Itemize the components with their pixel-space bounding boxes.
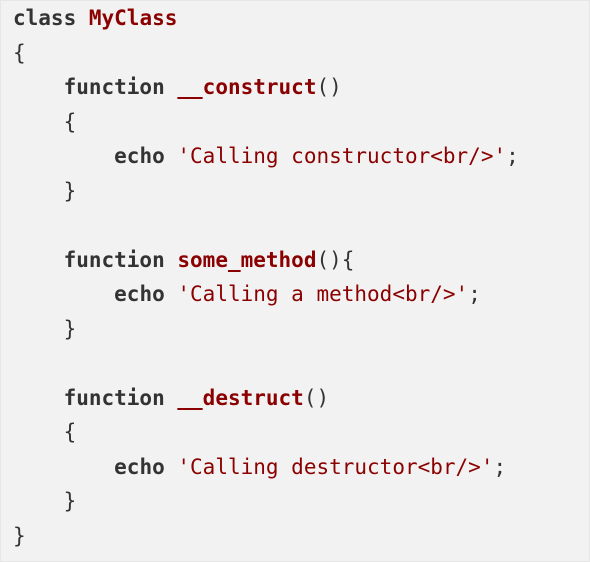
code-punctuation: } (13, 523, 26, 548)
code-identifier: some_method (177, 247, 317, 272)
code-punctuation (165, 75, 178, 99)
code-line: class MyClass (13, 1, 519, 36)
code-line: echo 'Calling a method<br/>'; (13, 277, 519, 312)
code-string: 'Calling destructor<br/>' (177, 454, 494, 479)
code-identifier: MyClass (88, 6, 178, 30)
code-punctuation: ; (493, 454, 507, 479)
code-keyword: echo (114, 144, 165, 168)
code-punctuation (165, 455, 178, 479)
code-punctuation: } (63, 489, 77, 513)
code-string: 'Calling a method<br/>' (177, 282, 469, 306)
code-line: function __destruct() (13, 381, 519, 416)
code-line: { (13, 36, 519, 71)
code-keyword: class (13, 6, 77, 30)
code-line: } (13, 312, 519, 347)
code-line: echo 'Calling destructor<br/>'; (13, 450, 519, 485)
code-punctuation: { (63, 420, 77, 444)
code-line: function __construct() (13, 70, 519, 105)
code-punctuation (165, 248, 178, 272)
code-punctuation: } (63, 178, 77, 203)
code-identifier: __construct (177, 75, 317, 99)
code-line: } (13, 174, 519, 209)
code-line: { (13, 105, 519, 140)
code-punctuation (165, 386, 178, 410)
code-lines: class MyClass{ function __construct() { … (13, 1, 519, 553)
code-punctuation: { (63, 109, 77, 134)
code-keyword: echo (114, 454, 165, 479)
code-punctuation: ; (506, 144, 519, 168)
code-keyword: function (63, 385, 165, 410)
code-block: class MyClass{ function __construct() { … (0, 0, 590, 562)
code-punctuation: (){ (316, 247, 355, 272)
code-string: 'Calling constructor<br/>' (177, 144, 507, 168)
code-punctuation (165, 282, 178, 306)
code-punctuation: () (316, 75, 342, 99)
code-line: echo 'Calling constructor<br/>'; (13, 139, 519, 174)
code-line: } (13, 484, 519, 519)
code-identifier: __destruct (177, 385, 304, 410)
code-punctuation: ; (468, 282, 481, 306)
code-punctuation: () (303, 385, 330, 410)
code-punctuation: { (13, 40, 26, 65)
code-punctuation (165, 144, 178, 168)
code-punctuation: } (63, 316, 77, 341)
code-line: function some_method(){ (13, 243, 519, 278)
code-punctuation (76, 6, 89, 30)
code-line: } (13, 519, 519, 554)
code-keyword: function (63, 247, 165, 272)
code-keyword: function (63, 75, 165, 99)
code-keyword: echo (114, 282, 165, 306)
code-line: { (13, 415, 519, 450)
